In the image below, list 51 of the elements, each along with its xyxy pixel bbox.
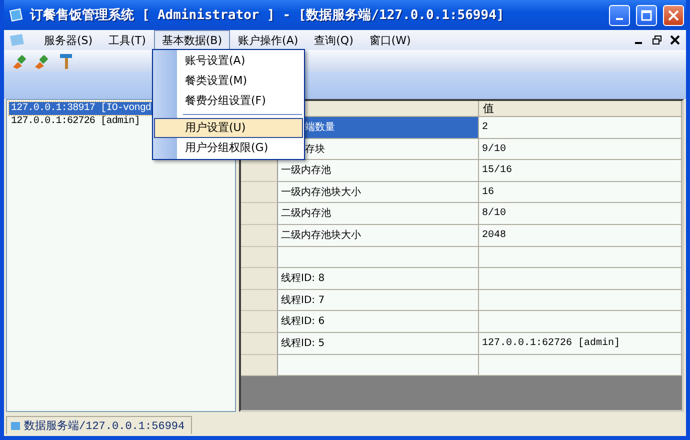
list-item[interactable]: 127.0.0.1:62726 [admin] xyxy=(9,115,142,128)
close-button[interactable] xyxy=(663,4,684,26)
window-title: 订餐售饭管理系统 [ Administrator ] - [数据服务端/127.0.0.1:56994] xyxy=(30,6,506,24)
menu-item[interactable]: 工具(T) xyxy=(100,30,154,50)
table-cell: 二级内存池块大小 xyxy=(278,224,479,247)
table-cell: 一级内存池块大小 xyxy=(278,182,479,204)
row-header xyxy=(241,182,278,204)
table-cell: 线程ID: 8 xyxy=(278,268,479,290)
table-cell: 8/10 xyxy=(479,203,682,225)
row-header xyxy=(241,311,278,333)
table-cell: 线程ID: 6 xyxy=(278,311,479,333)
row-header xyxy=(241,203,278,225)
window-tab[interactable]: 数据服务端/127.0.0.1:56994 xyxy=(6,416,192,434)
row-header xyxy=(241,290,278,312)
list-item[interactable]: 127.0.0.1:38917 [IO-vongd xyxy=(9,102,154,115)
table-cell: 9/10 xyxy=(479,138,682,160)
table-cell: 16 xyxy=(479,182,682,204)
menu-item[interactable]: 账户操作(A) xyxy=(230,30,306,50)
table-cell: 一级内存池 xyxy=(278,160,479,182)
table-cell: 127.0.0.1:62726 [admin] xyxy=(479,332,682,355)
menu-item[interactable]: 窗口(W) xyxy=(361,30,419,50)
close-icon[interactable] xyxy=(670,35,680,45)
app-icon xyxy=(8,7,24,23)
restore-icon[interactable] xyxy=(652,35,662,45)
header-cell: 值 xyxy=(479,101,682,117)
menu-item[interactable]: 餐类设置(M) xyxy=(154,71,303,91)
hammer-icon[interactable] xyxy=(58,52,74,70)
menu-item[interactable]: 服务器(S) xyxy=(36,30,101,50)
menu-item[interactable]: 餐费分组设置(F) xyxy=(154,91,303,111)
row-header xyxy=(241,332,278,355)
row-header xyxy=(241,246,278,268)
menu-item[interactable]: 查询(Q) xyxy=(306,30,362,50)
row-header xyxy=(241,224,278,247)
maximize-button[interactable] xyxy=(636,4,657,26)
maximize-icon xyxy=(641,10,652,20)
menu-item[interactable]: 用户设置(U) xyxy=(154,118,303,138)
minimize-button[interactable] xyxy=(609,4,630,26)
row-header xyxy=(241,160,278,182)
table-cell: 2 xyxy=(479,117,682,139)
table-cell: 线程ID: 7 xyxy=(278,290,479,312)
table-cell: 二级内存池 xyxy=(278,203,479,225)
table-cell: 15/16 xyxy=(479,160,682,182)
row-header xyxy=(241,268,278,290)
menu-item[interactable]: 基本数据(B) xyxy=(154,30,230,50)
window-icon xyxy=(11,420,21,430)
close-icon xyxy=(668,10,679,20)
table-cell: 2048 xyxy=(479,224,682,247)
row-header xyxy=(241,354,278,376)
table-cell: 线程ID: 5 xyxy=(278,332,479,355)
minimize-icon xyxy=(616,18,623,20)
menu-item[interactable]: 账号设置(A) xyxy=(154,51,303,71)
